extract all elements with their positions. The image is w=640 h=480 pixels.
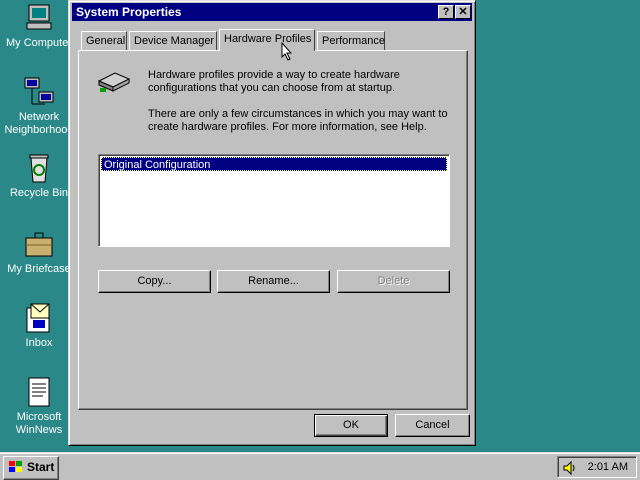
title-bar[interactable]: System Properties ? ✕ bbox=[72, 3, 472, 21]
help-button[interactable]: ? bbox=[438, 5, 454, 19]
info-text-2: There are only a few circumstances in wh… bbox=[148, 108, 448, 133]
tab-label: General bbox=[86, 35, 126, 47]
inbox-icon bbox=[23, 302, 55, 334]
desktop-icon-inbox[interactable]: Inbox bbox=[0, 302, 78, 350]
cancel-button[interactable]: Cancel bbox=[395, 414, 470, 437]
hardware-profile-icon bbox=[97, 69, 131, 98]
hardware-profiles-panel: Hardware profiles provide a way to creat… bbox=[78, 50, 468, 410]
window-title: System Properties bbox=[76, 5, 182, 19]
desktop-icon-label: Network Neighborhood bbox=[4, 111, 74, 136]
ok-button[interactable]: OK bbox=[314, 414, 388, 437]
copy-button[interactable]: Copy... bbox=[98, 270, 211, 293]
briefcase-icon bbox=[23, 228, 55, 260]
rename-button[interactable]: Rename... bbox=[217, 270, 330, 293]
desktop-icon-label: My Computer bbox=[5, 37, 73, 49]
tab-hardware-profiles[interactable]: Hardware Profiles bbox=[219, 29, 315, 51]
desktop-icon-network-neighborhood[interactable]: Network Neighborhood bbox=[0, 76, 78, 137]
desktop-icon-label: Microsoft WinNews bbox=[15, 411, 63, 436]
profiles-listbox[interactable]: Original Configuration bbox=[98, 154, 450, 247]
desktop-icon-my-briefcase[interactable]: My Briefcase bbox=[0, 228, 78, 276]
document-icon bbox=[23, 376, 55, 408]
tab-device-manager[interactable]: Device Manager bbox=[129, 31, 217, 50]
tab-label: Performance bbox=[322, 35, 385, 47]
tab-label: Hardware Profiles bbox=[224, 33, 312, 45]
desktop-icon-my-computer[interactable]: My Computer bbox=[0, 2, 78, 50]
desktop-icon-recycle-bin[interactable]: Recycle Bin bbox=[0, 152, 78, 200]
tab-general[interactable]: General bbox=[81, 31, 127, 50]
clock[interactable]: 2:01 AM bbox=[588, 461, 628, 473]
mouse-cursor-icon bbox=[281, 41, 293, 64]
speaker-icon[interactable] bbox=[562, 460, 578, 479]
recycle-bin-icon bbox=[23, 152, 55, 184]
windows-logo-icon bbox=[8, 460, 24, 480]
computer-icon bbox=[23, 2, 55, 34]
taskbar: Start 2:01 AM bbox=[0, 452, 640, 480]
network-icon bbox=[23, 76, 55, 108]
desktop-icon-label: My Briefcase bbox=[7, 263, 71, 275]
system-tray: 2:01 AM bbox=[557, 456, 637, 478]
desktop-icon-microsoft-winnews[interactable]: Microsoft WinNews bbox=[0, 376, 78, 437]
start-label: Start bbox=[27, 460, 55, 474]
delete-button[interactable]: Delete bbox=[337, 270, 450, 293]
list-item[interactable]: Original Configuration bbox=[101, 157, 447, 171]
info-text-1: Hardware profiles provide a way to creat… bbox=[148, 69, 400, 94]
desktop-icon-label: Recycle Bin bbox=[9, 187, 69, 199]
close-button[interactable]: ✕ bbox=[455, 5, 471, 19]
tab-label: Device Manager bbox=[134, 35, 215, 47]
desktop-icon-label: Inbox bbox=[25, 337, 53, 349]
tab-performance[interactable]: Performance bbox=[317, 31, 385, 50]
system-properties-window: System Properties ? ✕ General Device Man… bbox=[68, 0, 476, 446]
start-button[interactable]: Start bbox=[3, 456, 59, 480]
